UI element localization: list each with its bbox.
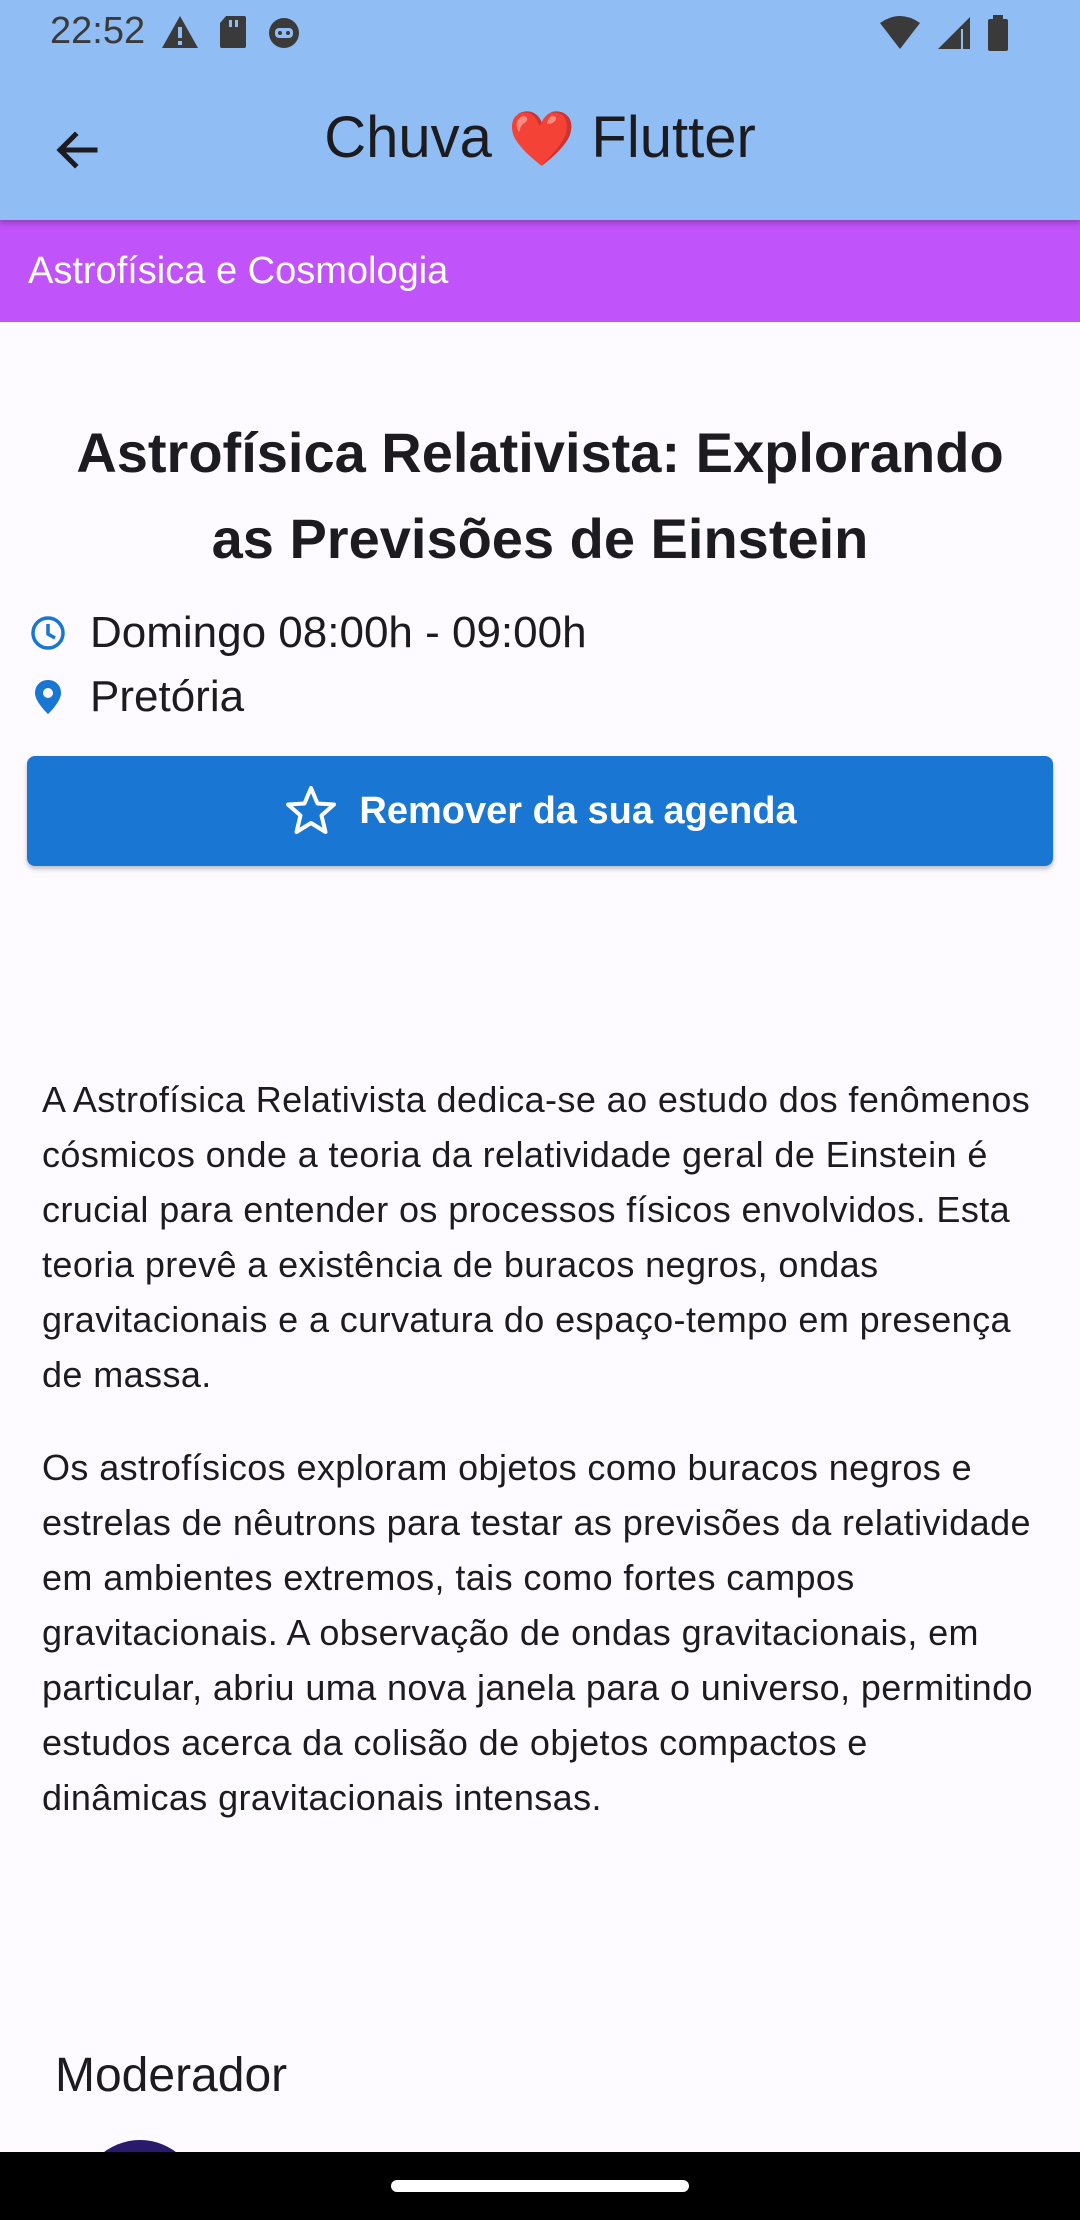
battery-icon — [986, 14, 1010, 57]
robot-icon — [266, 14, 302, 55]
status-bar: 22:52 — [0, 0, 1080, 66]
gesture-handle[interactable] — [391, 2180, 689, 2192]
moderator-heading: Moderador — [55, 2049, 288, 2102]
app-title-prefix: Chuva — [324, 105, 492, 170]
location-pin-icon — [35, 680, 61, 714]
sd-card-icon — [218, 14, 248, 55]
activity-location-row: Pretória — [28, 672, 244, 722]
activity-time-row: Domingo 08:00h - 09:00h — [28, 608, 587, 658]
agenda-button-label: Remover da sua agenda — [359, 789, 797, 832]
top-bar: 22:52 Chuva ❤️ Flutter — [0, 0, 1080, 220]
activity-time: Domingo 08:00h - 09:00h — [90, 608, 587, 657]
navigation-bar — [0, 2152, 1080, 2220]
app-title: Chuva ❤️ Flutter — [0, 104, 1080, 171]
status-right-icons — [878, 14, 1010, 57]
remove-from-agenda-button[interactable]: Remover da sua agenda — [27, 756, 1053, 866]
screen: 22:52 Chuva ❤️ Flutter Astrofísica e Cos… — [0, 0, 1080, 2220]
category-strip: Astrofísica e Cosmologia — [0, 220, 1080, 322]
heart-icon: ❤️ — [508, 109, 576, 169]
app-bar: Chuva ❤️ Flutter — [0, 66, 1080, 220]
description-paragraph: Os astrofísicos exploram objetos como bu… — [42, 1447, 1033, 1818]
category-label: Astrofísica e Cosmologia — [28, 250, 449, 292]
description-paragraph: A Astrofísica Relativista dedica-se ao e… — [42, 1079, 1031, 1395]
wifi-icon — [878, 15, 922, 56]
alert-icon — [160, 14, 200, 55]
activity-location: Pretória — [90, 672, 245, 721]
status-left-icons — [160, 14, 302, 55]
status-time: 22:52 — [50, 10, 146, 52]
star-outline-icon — [286, 786, 337, 834]
app-title-suffix: Flutter — [591, 105, 756, 170]
activity-title: Astrofísica Relativista: Explorando as P… — [76, 421, 1004, 570]
signal-icon — [936, 15, 972, 56]
clock-icon — [31, 616, 65, 650]
